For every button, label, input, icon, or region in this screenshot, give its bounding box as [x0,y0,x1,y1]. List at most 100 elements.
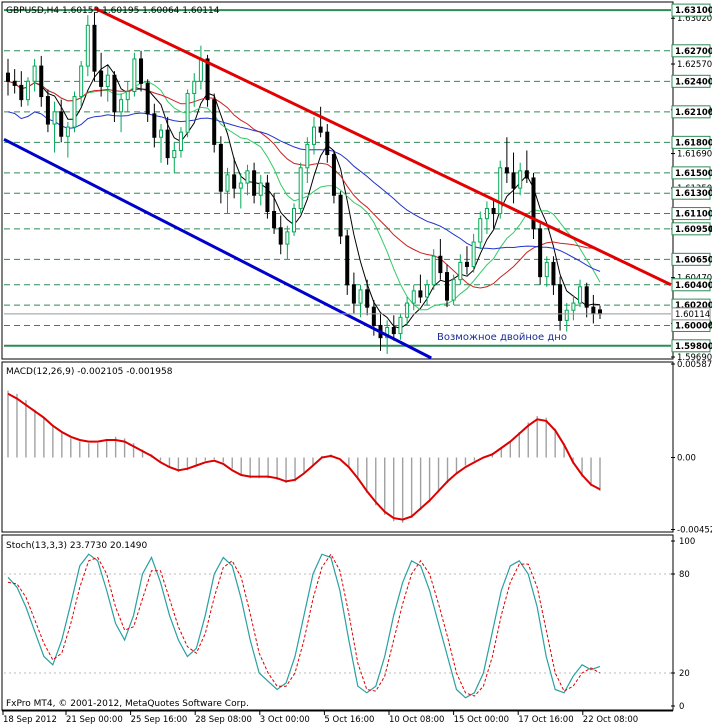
level-label: 1.63100 [675,6,712,16]
bear-candle [232,174,237,189]
stoch-tick-label: 100 [679,537,695,547]
time-tick-label: 15 Oct 00:00 [454,715,509,725]
bear-candle [584,286,589,308]
bear-candle [445,272,450,301]
macd-tick-label: -0.00452 [677,526,712,536]
bear-candle [511,172,516,189]
copyright-text: FxPro MT4, © 2001-2012, MetaQuotes Softw… [6,699,249,709]
bear-candle [371,306,376,326]
bear-candle [464,261,469,267]
level-label: 1.61800 [675,138,712,148]
bull-candle [564,309,569,321]
level-label: 1.62400 [675,77,712,87]
time-tick-label: 28 Sep 08:00 [195,715,252,725]
bear-candle [45,96,50,125]
bear-candle [598,309,602,315]
annotation-double-bottom: Возможное двойное дно [437,332,567,343]
bull-candle [158,129,163,138]
stoch-header: Stoch(13,3,3) 23.7730 20.1490 [6,541,147,551]
bull-candle [238,182,243,189]
bear-candle [491,207,496,215]
price-tick-label: 1.61690 [677,150,712,160]
level-label: 1.60950 [675,225,712,235]
bull-candle [305,143,310,169]
bull-candle [198,58,203,82]
bear-candle [252,170,257,196]
bull-candle [79,65,84,98]
bull-candle [172,149,177,159]
bull-candle [478,218,483,243]
bear-candle [12,80,17,86]
bear-candle [531,177,536,230]
bear-candle [272,211,277,229]
bull-candle [245,170,250,184]
bear-candle [418,290,423,298]
bear-candle [218,143,223,192]
bull-candle [411,290,416,304]
chart-background [0,0,712,727]
bear-candle [165,129,170,159]
level-label: 1.59800 [675,342,712,352]
bear-candle [365,289,370,308]
bear-candle [59,111,64,137]
bull-candle [65,126,70,137]
time-tick-label: 5 Oct 16:00 [324,715,374,725]
bear-candle [112,74,117,113]
price-header: GBPUSD,H4 1.60153 1.60195 1.60064 1.6011… [6,6,220,16]
bull-candle [578,286,583,304]
bear-candle [6,72,10,82]
level-label: 1.60400 [675,281,712,291]
bull-candle [358,289,363,304]
bear-candle [438,255,443,274]
time-tick-label: 18 Sep 2012 [3,715,57,725]
bear-candle [212,99,217,145]
macd-header: MACD(12,26,9) -0.002105 -0.001958 [6,367,173,377]
bull-candle [225,174,230,192]
time-tick-label: 3 Oct 00:00 [260,715,310,725]
bull-candle [518,170,523,189]
bull-candle [32,65,37,82]
price-tick-label: 1.62570 [677,60,712,70]
bull-candle [425,284,430,298]
bear-candle [351,284,356,304]
bear-candle [139,58,144,84]
bull-candle [185,93,190,133]
level-label: 1.60000 [675,321,712,331]
stoch-tick-label: 80 [679,570,690,580]
bull-candle [105,74,110,87]
level-label: 1.60650 [675,255,712,265]
bear-candle [524,170,529,179]
stoch-tick-label: 20 [679,669,690,679]
bull-candle [571,302,576,311]
bear-candle [278,227,283,245]
level-label: 1.61300 [675,189,712,199]
bull-candle [544,261,549,278]
bull-candle [132,58,137,92]
bull-candle [178,131,183,151]
bull-candle [484,207,489,220]
bull-candle [498,167,503,215]
stoch-tick-label: 0 [679,702,684,712]
bull-candle [292,207,297,233]
bear-candle [504,167,509,174]
bull-candle [285,231,290,245]
current-price-label: 1.60114 [675,310,710,320]
bull-candle [458,261,463,281]
level-label: 1.61500 [675,169,712,179]
level-label: 1.62700 [675,47,712,57]
time-tick-label: 22 Oct 08:00 [583,715,638,725]
time-tick-label: 10 Oct 08:00 [389,715,444,725]
bear-candle [205,58,210,101]
bull-candle [471,241,476,267]
bull-candle [405,302,410,318]
bear-candle [345,235,350,286]
bull-candle [25,80,30,101]
bull-candle [258,182,263,196]
bull-candle [398,316,403,335]
bear-candle [152,113,157,138]
bear-candle [331,154,336,196]
bull-candle [52,111,57,125]
bull-candle [431,255,436,286]
level-label: 1.61100 [675,210,712,220]
macd-tick-label: 0.00587 [677,360,712,370]
